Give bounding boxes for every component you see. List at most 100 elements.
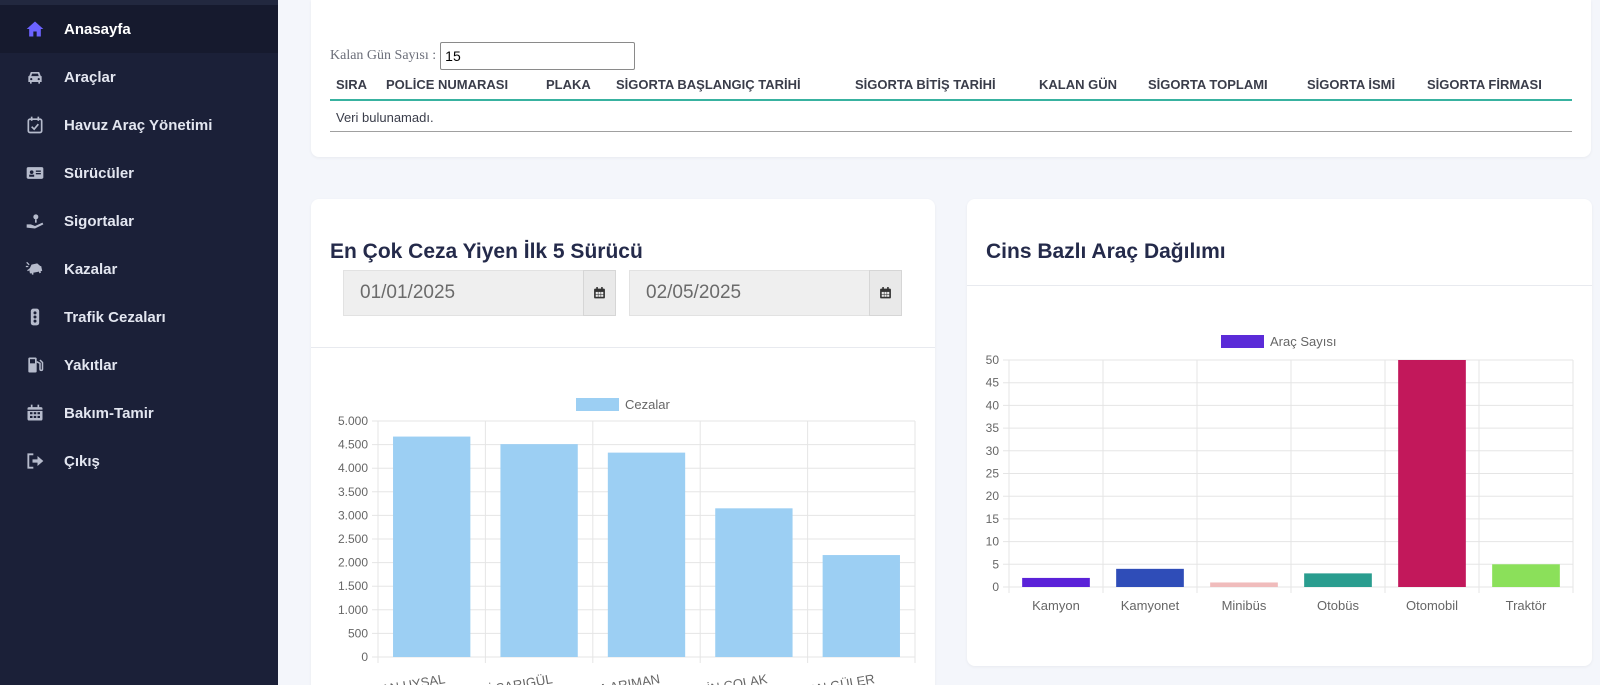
y-tick-label: 40 <box>986 398 1000 412</box>
chart-bar <box>1492 564 1560 587</box>
y-tick-label: 2.000 <box>338 556 368 570</box>
calendar-check-icon <box>24 114 46 136</box>
x-tick-label: Traktör <box>1506 598 1547 613</box>
insurance-table-header: SIRA POLİCE NUMARASI PLAKA SİGORTA BAŞLA… <box>330 74 1572 101</box>
x-tick-label: Otobüs <box>1317 598 1359 613</box>
sidebar-item-label: Bakım-Tamir <box>64 404 154 422</box>
x-tick-label: ...AN UYSAL <box>370 671 447 685</box>
chart-bar <box>1304 573 1372 587</box>
sidebar-item-bakim-tamir[interactable]: Bakım-Tamir <box>0 389 278 437</box>
remaining-days-row: Kalan Gün Sayısı : <box>330 42 636 70</box>
y-tick-label: 2.500 <box>338 532 368 546</box>
y-tick-label: 5 <box>992 557 999 571</box>
sidebar-item-label: Sigortalar <box>64 212 135 230</box>
y-tick-label: 15 <box>986 512 1000 526</box>
sidebar-item-label: Çıkış <box>64 452 100 470</box>
chart-bar <box>822 555 900 657</box>
fines-bar-chart: Cezalar 5.000 4.500 4.000 3.500 3.000 2.500 2.0… <box>338 397 916 685</box>
chart-bar <box>1116 568 1184 587</box>
sidebar-item-kazalar[interactable]: Kazalar <box>0 245 278 293</box>
chart-bar <box>1022 577 1090 587</box>
sidebar: Anasayfa Araçlar Havuz Araç Yönetimi Sür… <box>0 0 278 685</box>
y-tick-label: 10 <box>986 535 1000 549</box>
sidebar-item-araclar[interactable]: Araçlar <box>0 53 278 101</box>
column-header[interactable]: KALAN GÜN <box>1039 77 1117 92</box>
insurance-card: Kalan Gün Sayısı : SIRA POLİCE NUMARASI … <box>311 0 1591 157</box>
x-tick-label: ...İ SARIGÜL <box>477 671 554 685</box>
y-tick-label: 5.000 <box>338 414 368 428</box>
sidebar-item-label: Sürücüler <box>64 164 135 182</box>
chart-bar <box>1398 360 1466 587</box>
sidebar-item-havuz-arac[interactable]: Havuz Araç Yönetimi <box>0 101 278 149</box>
chart-bar <box>715 508 793 657</box>
sidebar-item-suruculer[interactable]: Sürücüler <box>0 149 278 197</box>
column-header[interactable]: SİGORTA İSMİ <box>1307 77 1395 92</box>
column-header[interactable]: PLAKA <box>546 77 591 92</box>
column-header[interactable]: SİGORTA BAŞLANGIÇ TARİHİ <box>616 77 801 92</box>
x-tick-label: Otomobil <box>1406 598 1458 613</box>
sidebar-item-sigortalar[interactable]: Sigortalar <box>0 197 278 245</box>
y-tick-label: 30 <box>986 444 1000 458</box>
hand-holding-icon <box>24 210 46 232</box>
y-tick-label: 20 <box>986 489 1000 503</box>
y-tick-label: 1.000 <box>338 603 368 617</box>
x-tick-label: ...İN ÇOLAK <box>695 671 768 685</box>
y-tick-label: 3.000 <box>338 508 368 522</box>
sidebar-item-label: Anasayfa <box>64 20 131 38</box>
chart-bar <box>1210 582 1278 587</box>
x-tick-label: Kamyonet <box>1121 598 1180 613</box>
y-tick-label: 4.500 <box>338 438 368 452</box>
column-header[interactable]: POLİCE NUMARASI <box>386 77 508 92</box>
sidebar-item-label: Kazalar <box>64 260 118 278</box>
sidebar-nav: Anasayfa Araçlar Havuz Araç Yönetimi Sür… <box>0 5 278 485</box>
sidebar-item-cikis[interactable]: Çıkış <box>0 437 278 485</box>
x-tick-label: Minibüs <box>1222 598 1267 613</box>
traffic-light-icon <box>24 306 46 328</box>
y-tick-label: 45 <box>986 376 1000 390</box>
chart-bar <box>500 444 578 657</box>
insurance-table: SIRA POLİCE NUMARASI PLAKA SİGORTA BAŞLA… <box>330 74 1572 132</box>
x-tick-label: Kamyon <box>1032 598 1080 613</box>
y-tick-label: 35 <box>986 421 1000 435</box>
calendar-icon <box>24 402 46 424</box>
legend-label: Cezalar <box>625 397 670 412</box>
gas-pump-icon <box>24 354 46 376</box>
y-tick-label: 500 <box>348 626 368 640</box>
x-tick-label: ...A ARIMAN <box>587 671 661 685</box>
sidebar-item-anasayfa[interactable]: Anasayfa <box>0 5 278 53</box>
chart-bar <box>393 436 471 657</box>
sidebar-item-label: Araçlar <box>64 68 116 86</box>
y-tick-label: 25 <box>986 467 1000 481</box>
x-tick-label: ...AN GÜLER <box>797 671 876 685</box>
home-icon <box>24 18 46 40</box>
chart-bar <box>607 452 686 657</box>
vehicle-distribution-chart: Araç Sayısı50454035302520151050Kamyon Kam… <box>986 334 1574 613</box>
sidebar-item-yakitlar[interactable]: Yakıtlar <box>0 341 278 389</box>
sidebar-item-trafik-cezalari[interactable]: Trafik Cezaları <box>0 293 278 341</box>
vehicle-distribution-card: Cins Bazlı Araç Dağılımı Araç Sayısı 50 45… <box>967 199 1592 666</box>
remaining-days-input[interactable] <box>440 42 636 70</box>
fines-card: En Çok Ceza Yiyen İlk 5 Sürücü 01/01/202… <box>311 199 935 685</box>
sidebar-item-label: Yakıtlar <box>64 356 118 374</box>
legend-swatch <box>1221 335 1264 348</box>
y-tick-label: 0 <box>992 580 999 594</box>
sign-out-icon <box>24 450 46 472</box>
sidebar-item-label: Trafik Cezaları <box>64 308 166 326</box>
empty-table-message: Veri bulunamadı. <box>330 101 1572 132</box>
car-icon <box>24 66 46 88</box>
column-header[interactable]: SİGORTA FİRMASI <box>1427 77 1542 92</box>
id-card-icon <box>24 162 46 184</box>
y-tick-label: 0 <box>361 650 368 664</box>
column-header[interactable]: SIRA <box>336 77 367 92</box>
y-tick-label: 4.000 <box>338 461 368 475</box>
legend-label: Araç Sayısı <box>1270 334 1336 349</box>
car-crash-icon <box>24 258 46 280</box>
y-tick-label: 3.500 <box>338 485 368 499</box>
remaining-days-label: Kalan Gün Sayısı : <box>330 48 437 63</box>
y-tick-label: 1.500 <box>338 579 368 593</box>
column-header[interactable]: SİGORTA TOPLAMI <box>1148 77 1268 92</box>
sidebar-item-label: Havuz Araç Yönetimi <box>64 116 213 134</box>
column-header[interactable]: SİGORTA BİTİŞ TARİHİ <box>855 77 996 92</box>
legend-swatch <box>576 398 619 411</box>
y-tick-label: 50 <box>986 353 1000 367</box>
